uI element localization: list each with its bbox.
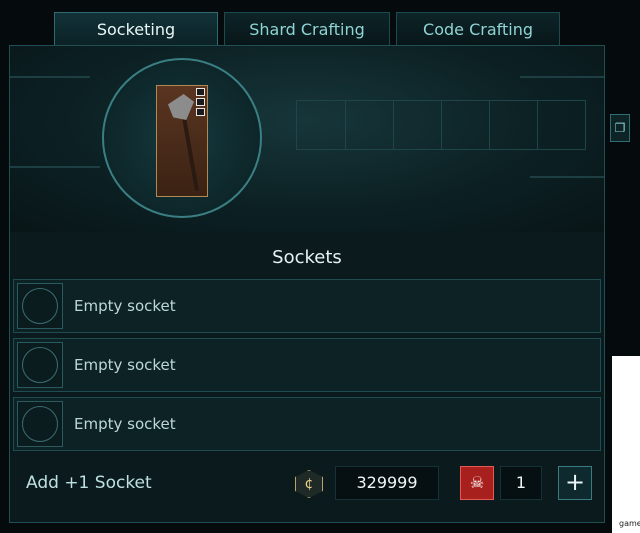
- socket-row[interactable]: Empty socket: [13, 279, 601, 333]
- skull-token-icon: ☠: [460, 466, 494, 500]
- footer: Add +1 Socket ¢ 329999 ☠ 1 +: [10, 456, 604, 522]
- credit-icon: ¢: [295, 470, 323, 498]
- socket-label: Empty socket: [74, 297, 176, 315]
- decor-line: [10, 76, 90, 78]
- empty-socket-icon: [17, 342, 63, 388]
- tab-socketing[interactable]: Socketing: [54, 12, 218, 45]
- add-socket-button[interactable]: +: [558, 466, 592, 500]
- socket-label: Empty socket: [74, 415, 176, 433]
- socketing-panel: Sockets Empty socket Empty socket Empty …: [9, 45, 605, 523]
- tab-bar: Socketing Shard Crafting Code Crafting: [54, 12, 560, 46]
- item-display-area: [10, 46, 604, 232]
- tab-code-crafting[interactable]: Code Crafting: [396, 12, 560, 45]
- token-value: 1: [500, 466, 542, 500]
- corner-label: game: [617, 519, 640, 528]
- add-socket-label: Add +1 Socket: [26, 473, 152, 493]
- socket-label: Empty socket: [74, 356, 176, 374]
- socket-row[interactable]: Empty socket: [13, 397, 601, 451]
- mini-socket-icon: [196, 98, 205, 106]
- empty-socket-icon: [17, 283, 63, 329]
- mini-socket-icon: [196, 88, 205, 96]
- decor-line: [10, 166, 100, 168]
- credits-value: 329999: [335, 466, 439, 500]
- empty-socket-icon: [17, 401, 63, 447]
- decor-line: [530, 176, 604, 178]
- sockets-title: Sockets: [272, 247, 342, 268]
- side-panel-toggle-icon[interactable]: ❐: [610, 114, 630, 142]
- socket-preview-frame: [296, 100, 586, 150]
- decor-line: [520, 76, 604, 78]
- mini-socket-icon: [196, 108, 205, 116]
- socket-row[interactable]: Empty socket: [13, 338, 601, 392]
- tab-shard-crafting[interactable]: Shard Crafting: [224, 12, 390, 45]
- background-strip: [612, 356, 640, 533]
